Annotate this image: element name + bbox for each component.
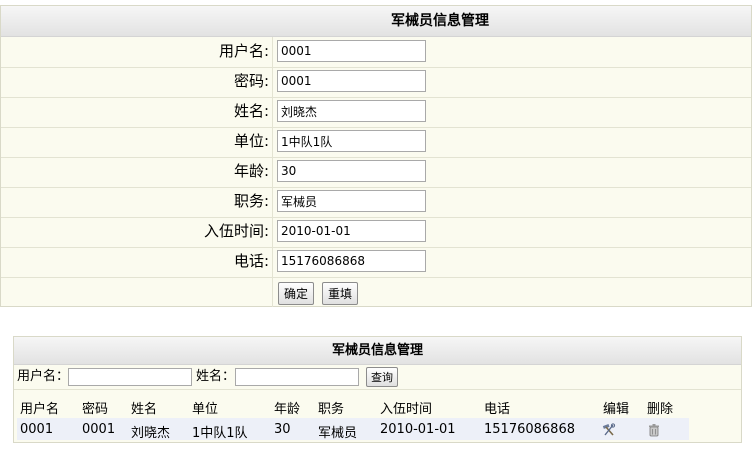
col-position-header: 职务 — [318, 402, 345, 417]
edit-tools-icon[interactable] — [602, 423, 616, 437]
form-row-name: 姓名: — [1, 97, 751, 128]
confirm-button[interactable]: 确定 — [278, 282, 315, 305]
form-row-enlist-date: 入伍时间: — [1, 217, 751, 248]
age-label: 年龄: — [233, 162, 269, 180]
row-divider — [272, 127, 273, 157]
position-label: 职务: — [233, 192, 269, 210]
search-username-input[interactable] — [68, 368, 192, 386]
armorer-list-panel: 军械员信息管理 用户名： 姓名： 查询 用户名 密码 姓名 单位 年龄 职务 入… — [13, 336, 742, 443]
row-divider — [272, 97, 273, 127]
cell-enlist-date: 2010-01-01 — [380, 422, 456, 437]
password-input[interactable] — [277, 70, 426, 92]
cell-unit: 1中队1队 — [192, 426, 248, 441]
trash-icon[interactable] — [647, 423, 661, 437]
phone-label: 电话: — [233, 252, 269, 270]
col-phone-header: 电话 — [484, 402, 511, 417]
form-row-position: 职务: — [1, 187, 751, 218]
list-title: 军械员信息管理 — [14, 337, 741, 365]
enlist-date-label: 入伍时间: — [203, 222, 269, 240]
row-divider — [272, 67, 273, 97]
position-input[interactable] — [277, 190, 426, 212]
age-input[interactable] — [277, 160, 426, 182]
name-label: 姓名: — [233, 102, 269, 120]
reset-button[interactable]: 重填 — [322, 282, 359, 305]
col-password-header: 密码 — [82, 402, 109, 417]
row-divider — [272, 37, 273, 67]
cell-age: 30 — [274, 422, 291, 437]
name-input[interactable] — [277, 100, 426, 122]
row-divider — [272, 217, 273, 247]
cell-password: 0001 — [82, 422, 116, 437]
form-row-phone: 电话: — [1, 247, 751, 278]
unit-label: 单位: — [233, 132, 269, 150]
search-username-label: 用户名： — [17, 369, 70, 384]
username-label: 用户名: — [218, 42, 269, 60]
col-unit-header: 单位 — [192, 402, 219, 417]
cell-phone: 15176086868 — [484, 422, 575, 437]
col-edit-header: 编辑 — [603, 402, 630, 417]
form-title: 军械员信息管理 — [1, 6, 751, 37]
row-divider — [272, 157, 273, 187]
form-row-actions: 确定 重填 — [1, 277, 751, 307]
enlist-date-input[interactable] — [277, 220, 426, 242]
row-divider — [272, 247, 273, 277]
form-row-age: 年龄: — [1, 157, 751, 188]
username-input[interactable] — [277, 40, 426, 62]
search-row: 用户名： 姓名： 查询 — [14, 365, 741, 390]
row-divider — [272, 277, 273, 307]
search-name-label: 姓名： — [196, 369, 236, 384]
armorer-form-panel: 军械员信息管理 用户名: 密码: 姓名: 单位: 年龄: 职务: 入伍时间: 电… — [0, 5, 752, 307]
unit-input[interactable] — [277, 130, 426, 152]
form-row-unit: 单位: — [1, 127, 751, 158]
cell-username: 0001 — [20, 422, 54, 437]
query-button[interactable]: 查询 — [366, 367, 398, 387]
row-divider — [272, 187, 273, 217]
phone-input[interactable] — [277, 250, 426, 272]
form-row-username: 用户名: — [1, 37, 751, 68]
col-name-header: 姓名 — [131, 402, 158, 417]
col-username-header: 用户名 — [20, 402, 60, 417]
cell-name: 刘晓杰 — [131, 426, 171, 441]
password-label: 密码: — [233, 72, 269, 90]
cell-position: 军械员 — [318, 426, 358, 441]
search-name-input[interactable] — [235, 368, 359, 386]
col-enlist-date-header: 入伍时间 — [380, 402, 433, 417]
form-row-password: 密码: — [1, 67, 751, 98]
col-delete-header: 删除 — [647, 402, 674, 417]
col-age-header: 年龄 — [274, 402, 301, 417]
